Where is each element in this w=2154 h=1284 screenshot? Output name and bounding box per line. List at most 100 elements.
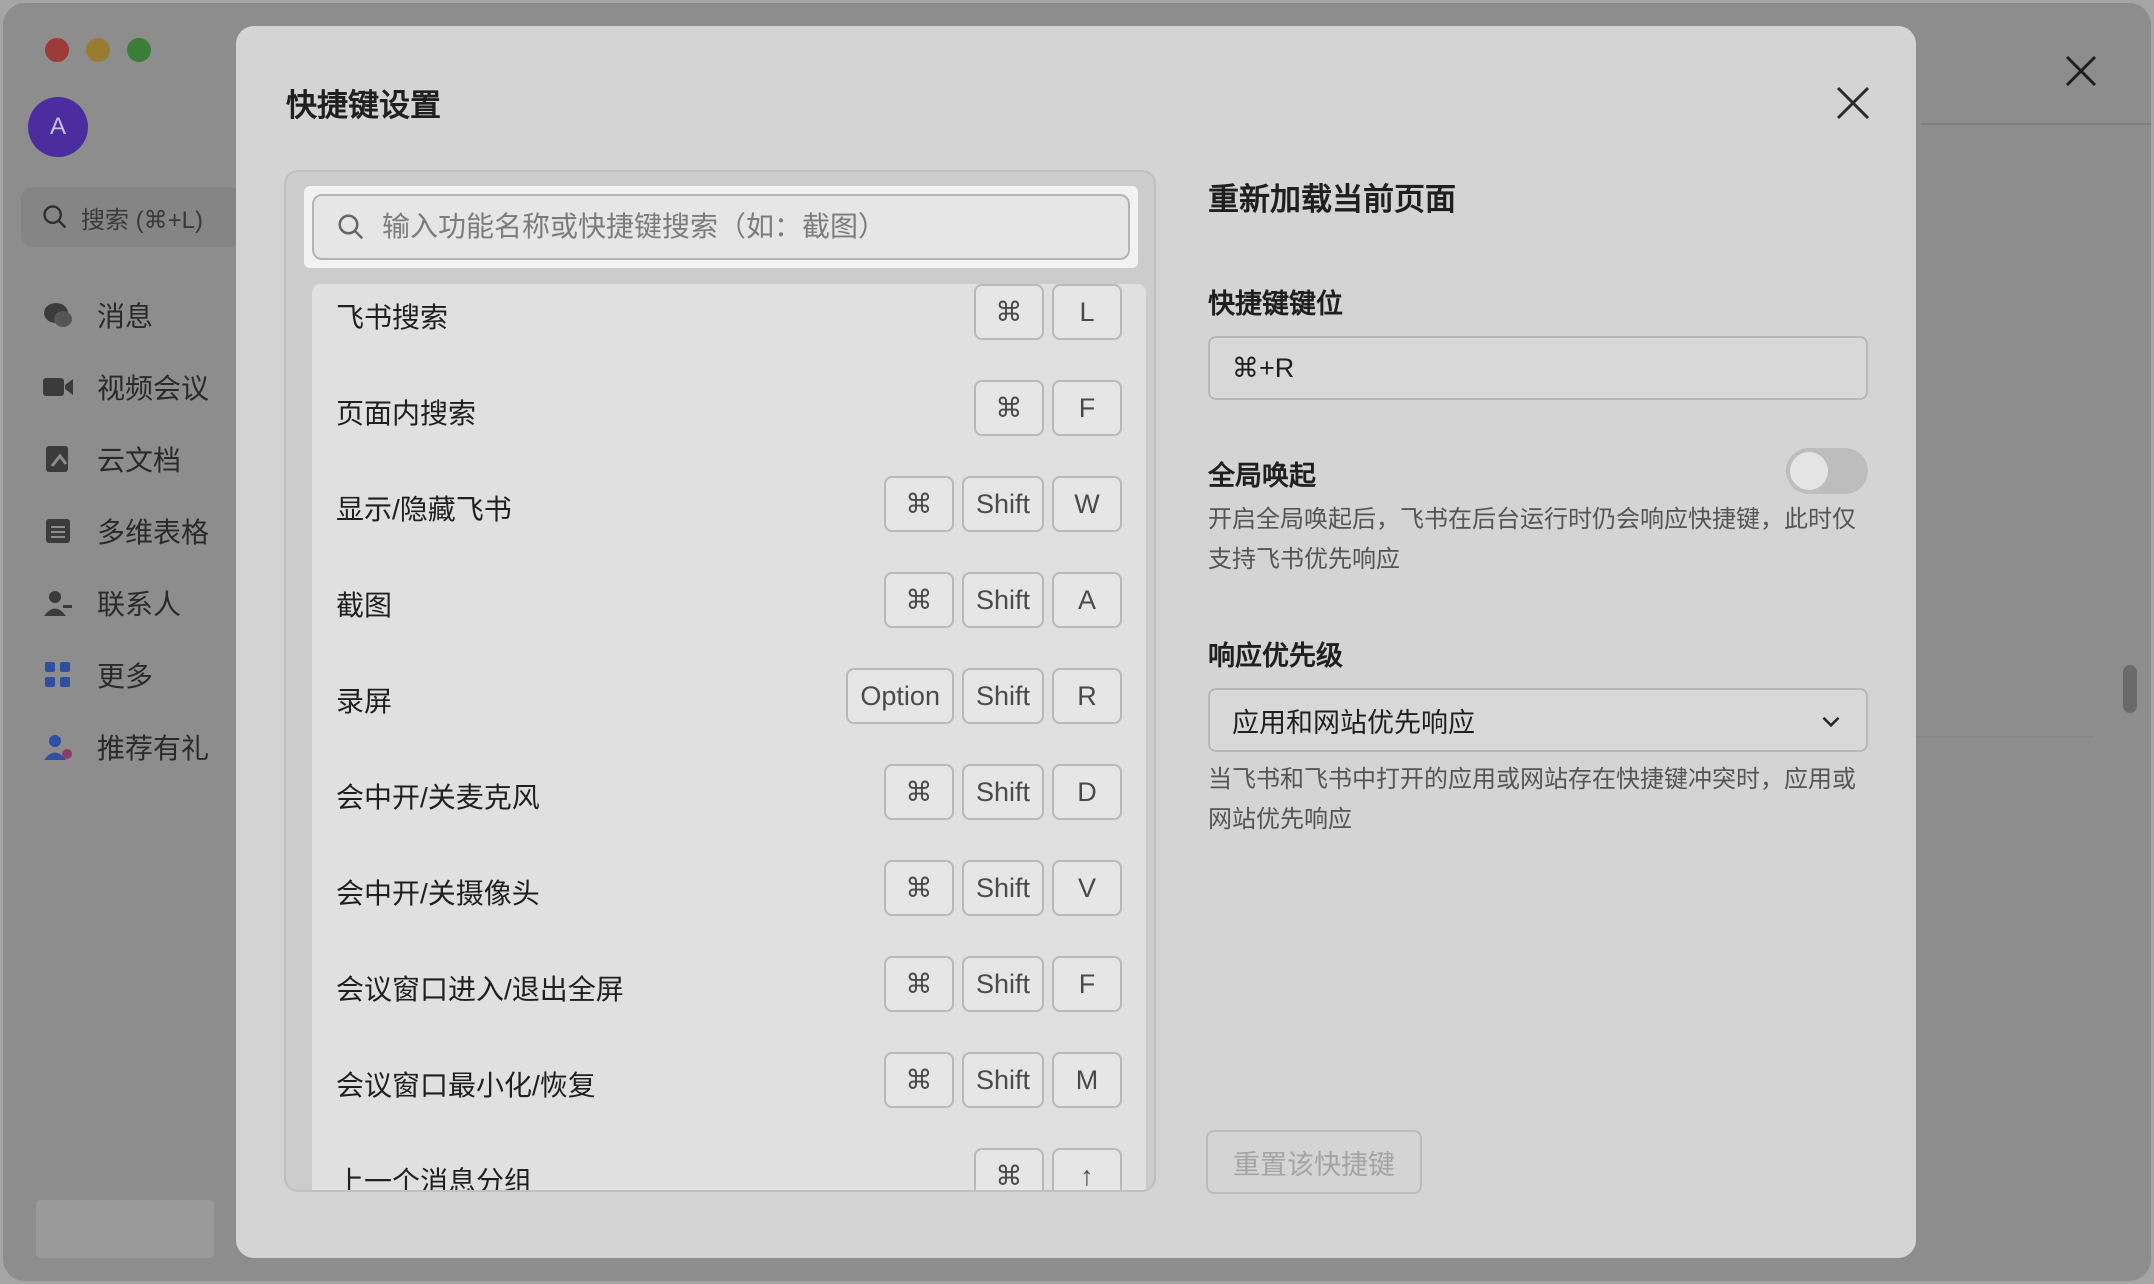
search-wrap	[304, 186, 1138, 268]
shortcut-keys: ⌘ Shift F	[883, 956, 1122, 1012]
key-cap[interactable]: ⌘	[883, 572, 954, 628]
more-apps-icon	[41, 660, 75, 690]
priority-label: 响应优先级	[1208, 641, 1343, 671]
key-cap[interactable]: L	[1052, 284, 1122, 340]
sidebar-item-more[interactable]: 更多	[41, 639, 209, 711]
key-cap[interactable]: Shift	[961, 476, 1044, 532]
sidebar-item-referral[interactable]: 推荐有礼	[41, 711, 209, 783]
key-cap[interactable]: ⌘	[883, 956, 954, 1012]
shortcut-row[interactable]: 页面内搜索 ⌘ F	[312, 380, 1146, 476]
sidebar-item-label: 更多	[97, 661, 154, 692]
shortcut-keys: ⌘ Shift M	[883, 1052, 1122, 1108]
priority-desc: 当飞书和飞书中打开的应用或网站存在快捷键冲突时，应用或网站优先响应	[1208, 766, 1856, 833]
key-cap[interactable]: ⌘	[974, 380, 1044, 436]
sidebar-item-label: 多维表格	[97, 517, 210, 548]
shortcut-row[interactable]: 会议窗口最小化/恢复 ⌘ Shift M	[312, 1052, 1146, 1148]
sidebar-item-video[interactable]: 视频会议	[41, 351, 209, 423]
key-cap[interactable]: ⌘	[974, 1148, 1044, 1190]
shortcut-row[interactable]: 显示/隐藏飞书 ⌘ Shift W	[312, 476, 1146, 572]
key-cap[interactable]: ⌘	[883, 1052, 954, 1108]
avatar[interactable]: A	[28, 97, 88, 157]
sidebar-item-messages[interactable]: 消息	[41, 279, 209, 351]
key-cap[interactable]: D	[1052, 764, 1122, 820]
priority-select[interactable]: 应用和网站优先响应	[1208, 688, 1868, 752]
shortcut-settings-modal: 快捷键设置 飞书搜索⌘L页面内搜索⌘F显示/隐藏飞书⌘ShiftW截图⌘Shif…	[236, 26, 1916, 1258]
sidebar-item-docs[interactable]: 云文档	[41, 423, 209, 495]
key-cap[interactable]: ⌘	[883, 476, 954, 532]
key-cap[interactable]: Option	[846, 668, 954, 724]
shortcut-list-panel: 飞书搜索⌘L页面内搜索⌘F显示/隐藏飞书⌘ShiftW截图⌘ShiftA录屏Op…	[284, 170, 1156, 1192]
sidebar-item-label: 联系人	[97, 589, 182, 620]
contacts-icon	[41, 588, 75, 618]
shortcut-keys: ⌘ ↑	[974, 1148, 1122, 1190]
key-cap[interactable]: R	[1052, 668, 1122, 724]
priority-value: 应用和网站优先响应	[1232, 707, 1475, 738]
shortcut-row[interactable]: 会议窗口进入/退出全屏 ⌘ Shift F	[312, 956, 1146, 1052]
key-cap[interactable]: ⌘	[883, 860, 954, 916]
shortcut-keys: ⌘ Shift D	[883, 764, 1122, 820]
sidebar-item-bitable[interactable]: 多维表格	[41, 495, 209, 567]
shortcut-list: 飞书搜索 ⌘ L 页面内搜索 ⌘ F 显示/隐藏飞书 ⌘ Shift W 截图 ⌘ Shift A 录屏 Op…	[312, 284, 1146, 1192]
key-cap[interactable]: Shift	[961, 764, 1044, 820]
global-desc: 开启全局唤起后，飞书在后台运行时仍会响应快捷键，此时仅支持飞书优先响应	[1208, 506, 1856, 573]
shortcut-keys: ⌘ Shift V	[883, 860, 1122, 916]
shortcut-row[interactable]: 会中开/关摄像头 ⌘ Shift V	[312, 860, 1146, 956]
global-toggle[interactable]	[1786, 448, 1868, 494]
key-cap[interactable]: M	[1052, 1052, 1122, 1108]
keybind-value: ⌘+R	[1232, 352, 1295, 383]
global-label: 全局唤起	[1208, 461, 1316, 491]
shortcut-label: 录屏	[336, 686, 393, 717]
shortcut-search-input[interactable]	[382, 211, 1122, 243]
key-cap[interactable]: Shift	[961, 572, 1044, 628]
shortcut-row[interactable]: 录屏 Option Shift R	[312, 668, 1146, 764]
key-cap[interactable]: ⌘	[883, 764, 954, 820]
gift-user-icon	[41, 732, 75, 762]
window-close-dot[interactable]	[45, 38, 69, 62]
shortcut-keys: ⌘ Shift A	[883, 572, 1122, 628]
blurred-area	[36, 1200, 214, 1258]
sidebar-item-contacts[interactable]: 联系人	[41, 567, 209, 639]
key-cap[interactable]: Shift	[961, 956, 1044, 1012]
key-cap[interactable]: ⌘	[974, 284, 1044, 340]
shortcut-keys: ⌘ F	[974, 380, 1122, 436]
reset-shortcut-button[interactable]: 重置该快捷键	[1206, 1130, 1422, 1194]
key-cap[interactable]: Shift	[961, 668, 1044, 724]
keybind-field[interactable]: ⌘+R	[1208, 336, 1868, 400]
key-cap[interactable]: Shift	[961, 860, 1044, 916]
table-icon	[41, 516, 75, 546]
key-cap[interactable]: F	[1052, 956, 1122, 1012]
window-minimize-dot[interactable]	[86, 38, 110, 62]
shortcut-label: 会中开/关麦克风	[336, 782, 540, 813]
key-cap[interactable]: F	[1052, 380, 1122, 436]
window-zoom-dot[interactable]	[127, 38, 151, 62]
search-icon	[43, 205, 67, 229]
shortcut-label: 会议窗口进入/退出全屏	[336, 974, 624, 1005]
shortcut-row[interactable]: 截图 ⌘ Shift A	[312, 572, 1146, 668]
key-cap[interactable]: A	[1052, 572, 1122, 628]
shortcut-label: 页面内搜索	[336, 398, 477, 429]
main-divider	[1921, 123, 2151, 125]
shortcut-row[interactable]: 上一个消息分组 ⌘ ↑	[312, 1148, 1146, 1192]
key-cap[interactable]: Shift	[961, 1052, 1044, 1108]
docs-icon	[41, 444, 75, 474]
shortcut-search[interactable]	[312, 194, 1130, 260]
chevron-down-icon	[1818, 708, 1844, 741]
main-close-icon[interactable]	[2061, 51, 2101, 96]
close-icon[interactable]	[1828, 78, 1878, 128]
shortcut-row[interactable]: 会中开/关麦克风 ⌘ Shift D	[312, 764, 1146, 860]
toggle-knob	[1790, 452, 1828, 490]
modal-title: 快捷键设置	[286, 88, 441, 123]
sidebar-item-label: 云文档	[97, 445, 182, 476]
sidebar-search[interactable]: 搜索 (⌘+L)	[21, 187, 241, 247]
shortcut-label: 上一个消息分组	[336, 1166, 533, 1192]
sidebar-item-label: 推荐有礼	[97, 733, 210, 764]
shortcut-row[interactable]: 飞书搜索 ⌘ L	[312, 284, 1146, 380]
main-scrollbar[interactable]	[2123, 665, 2137, 713]
sidebar-item-label: 消息	[97, 301, 154, 332]
key-cap[interactable]: ↑	[1052, 1148, 1122, 1190]
key-cap[interactable]: V	[1052, 860, 1122, 916]
key-cap[interactable]: W	[1052, 476, 1122, 532]
search-icon	[338, 214, 364, 240]
shortcut-label: 飞书搜索	[336, 302, 449, 333]
shortcut-keys: ⌘ L	[974, 284, 1122, 340]
